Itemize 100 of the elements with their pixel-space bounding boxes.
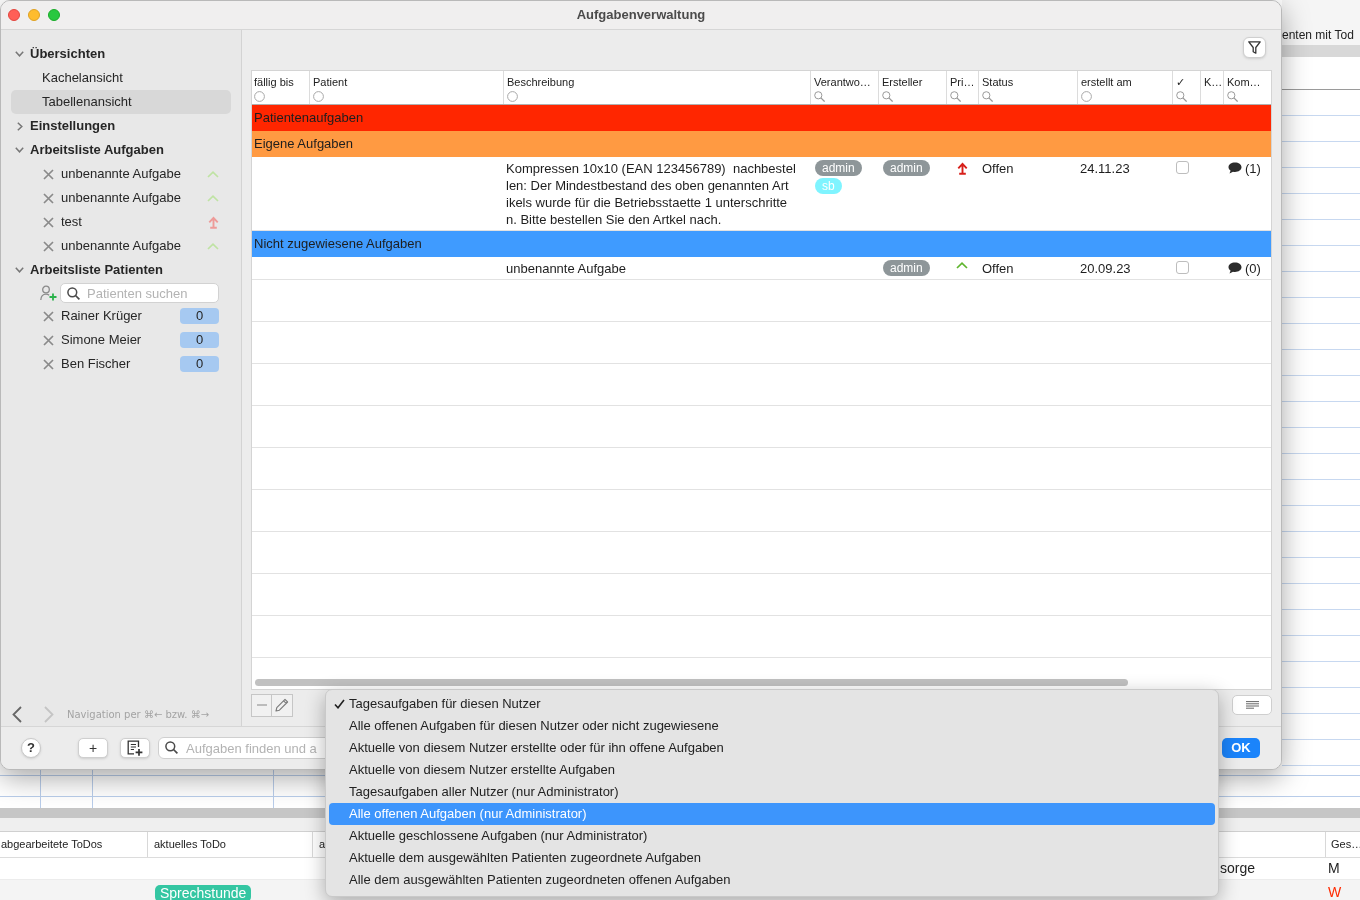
checkbox[interactable] bbox=[1176, 261, 1189, 274]
close-icon[interactable] bbox=[43, 192, 54, 204]
ok-button[interactable]: OK bbox=[1222, 738, 1260, 758]
task-item[interactable]: unbenannte Aufgabe bbox=[61, 236, 181, 256]
search-icon[interactable] bbox=[814, 91, 825, 102]
minimize-button[interactable] bbox=[28, 9, 40, 21]
patient-item[interactable]: Ben Fischer bbox=[61, 354, 131, 374]
chevron-down-icon[interactable] bbox=[15, 147, 24, 153]
section-header[interactable]: Arbeitsliste Patienten bbox=[30, 260, 163, 280]
group-row[interactable]: Eigene Aufgaben bbox=[252, 131, 1271, 157]
column-header[interactable]: Pri… bbox=[950, 76, 978, 89]
column-header[interactable]: Status bbox=[982, 76, 1077, 89]
sidebar-item[interactable]: Tabellenansicht bbox=[11, 90, 231, 114]
count-badge: 0 bbox=[180, 356, 219, 372]
menu-item[interactable]: Alle dem ausgewählten Patienten zugeordneten offenen Aufgaben bbox=[329, 869, 1215, 891]
column-header[interactable]: Verantwo… bbox=[814, 76, 878, 89]
task-item[interactable]: unbenannte Aufgabe bbox=[61, 188, 181, 208]
column-header[interactable]: Kom… bbox=[1227, 76, 1271, 89]
checkbox[interactable] bbox=[1176, 161, 1189, 174]
table-cell-text: 24.11.23 bbox=[1079, 160, 1131, 178]
close-icon[interactable] bbox=[43, 216, 54, 228]
chevron-left-icon[interactable] bbox=[12, 705, 22, 723]
table-cell-text: Offen bbox=[981, 260, 1015, 278]
close-icon[interactable] bbox=[43, 358, 54, 370]
task-item[interactable]: test bbox=[61, 212, 82, 232]
menu-item[interactable]: Tagesaufgaben aller Nutzer (nur Administrator) bbox=[329, 781, 1215, 803]
section-header[interactable]: Übersichten bbox=[30, 44, 106, 64]
tag: Sprechstunde bbox=[155, 885, 252, 900]
filter-circle-icon[interactable] bbox=[507, 91, 518, 102]
zoom-button[interactable] bbox=[48, 9, 60, 21]
column-header[interactable]: ✓ bbox=[1176, 76, 1200, 89]
speech-bubble-icon bbox=[1228, 162, 1242, 174]
note-plus-icon[interactable] bbox=[127, 740, 143, 756]
filter-circle-icon[interactable] bbox=[254, 91, 265, 102]
column-header[interactable]: K… bbox=[1204, 76, 1223, 89]
chevron-down-icon[interactable] bbox=[15, 267, 24, 273]
column-header: a bbox=[319, 837, 326, 853]
column-header[interactable]: erstellt am bbox=[1081, 76, 1172, 89]
remove-button[interactable] bbox=[251, 693, 272, 717]
menu-item[interactable]: Aktuelle geschlossene Aufgaben (nur Administrator) bbox=[329, 825, 1215, 847]
chevron-right-icon[interactable] bbox=[16, 121, 23, 131]
search-icon bbox=[67, 287, 80, 300]
close-button[interactable] bbox=[8, 9, 20, 21]
add-button[interactable]: + bbox=[78, 738, 108, 758]
search-field[interactable]: Patienten suchen bbox=[60, 283, 219, 303]
menu-item[interactable]: Alle offenen Aufgaben für diesen Nutzer oder nicht zugewiesene bbox=[329, 715, 1215, 737]
search-icon[interactable] bbox=[1227, 91, 1238, 102]
new-note-button[interactable] bbox=[120, 738, 150, 758]
column-header: aktuelles ToDo bbox=[154, 837, 226, 853]
user-tag: admin bbox=[883, 260, 930, 276]
table-cell-text: M bbox=[1328, 859, 1340, 878]
navigation-hint: Navigation per ⌘← bzw. ⌘→ bbox=[67, 707, 210, 722]
edit-button[interactable] bbox=[272, 693, 293, 717]
close-icon[interactable] bbox=[43, 334, 54, 346]
pencil-icon[interactable] bbox=[275, 698, 289, 712]
sidebar-item[interactable]: Kachelansicht bbox=[11, 66, 231, 90]
menu-item[interactable]: Aktuelle dem ausgewählten Patienten zugeordnete Aufgaben bbox=[329, 847, 1215, 869]
column-header[interactable]: Patient bbox=[313, 76, 503, 89]
table-cell-text: sorge bbox=[1220, 859, 1256, 878]
patient-item[interactable]: Rainer Krüger bbox=[61, 306, 142, 326]
filter-icon[interactable] bbox=[1248, 41, 1261, 54]
patient-item[interactable]: Simone Meier bbox=[61, 330, 142, 350]
close-icon[interactable] bbox=[43, 240, 54, 252]
table-cell-text: Offen bbox=[981, 160, 1015, 178]
group-row[interactable]: Patientenaufgaben bbox=[252, 105, 1271, 131]
group-row[interactable]: Nicht zugewiesene Aufgaben bbox=[252, 231, 1271, 257]
count-badge: 0 bbox=[180, 308, 219, 324]
close-icon[interactable] bbox=[43, 310, 54, 322]
user-tag: admin bbox=[815, 160, 862, 176]
help-button[interactable]: ? bbox=[21, 738, 41, 758]
minus-icon[interactable] bbox=[256, 704, 267, 706]
search-icon[interactable] bbox=[882, 91, 893, 102]
task-description: unbenannte Aufgabe bbox=[505, 260, 627, 278]
filter-button[interactable] bbox=[1243, 37, 1266, 58]
search-icon bbox=[165, 741, 178, 754]
horizontal-scrollbar[interactable] bbox=[255, 679, 1128, 686]
column-header[interactable]: Beschreibung bbox=[507, 76, 810, 89]
section-header[interactable]: Arbeitsliste Aufgaben bbox=[30, 140, 164, 160]
column-header: Ges… bbox=[1331, 837, 1360, 853]
person-add-icon[interactable] bbox=[40, 285, 57, 301]
filter-circle-icon[interactable] bbox=[313, 91, 324, 102]
lines-icon[interactable] bbox=[1245, 700, 1259, 710]
column-header[interactable]: Ersteller bbox=[882, 76, 946, 89]
filter-circle-icon[interactable] bbox=[1081, 91, 1092, 102]
column-header[interactable]: fällig bis bbox=[254, 76, 309, 89]
chevron-down-icon[interactable] bbox=[15, 51, 24, 57]
menu-item[interactable]: Aktuelle von diesem Nutzer erstellte Aufgaben bbox=[329, 759, 1215, 781]
table-cell-text: W bbox=[1328, 882, 1342, 900]
user-tag: admin bbox=[883, 160, 930, 176]
menu-item[interactable]: Tagesaufgaben für diesen Nutzer bbox=[329, 693, 1215, 715]
close-icon[interactable] bbox=[43, 168, 54, 180]
list-view-button[interactable] bbox=[1232, 695, 1272, 715]
search-icon[interactable] bbox=[1176, 91, 1187, 102]
search-icon[interactable] bbox=[982, 91, 993, 102]
task-description: Kompressen 10x10 (EAN 123456789) nachbestel len: Der Mindestbestand des oben genannten Art ikels wurde für die Betriebsstaette 1 unterschritte n. Bitte bestellen Sie den Artkel nach. bbox=[505, 160, 797, 229]
search-icon[interactable] bbox=[950, 91, 961, 102]
section-header[interactable]: Einstellungen bbox=[30, 116, 116, 136]
task-item[interactable]: unbenannte Aufgabe bbox=[61, 164, 181, 184]
count-badge: 0 bbox=[180, 332, 219, 348]
table-cell-text: 20.09.23 bbox=[1079, 260, 1132, 278]
